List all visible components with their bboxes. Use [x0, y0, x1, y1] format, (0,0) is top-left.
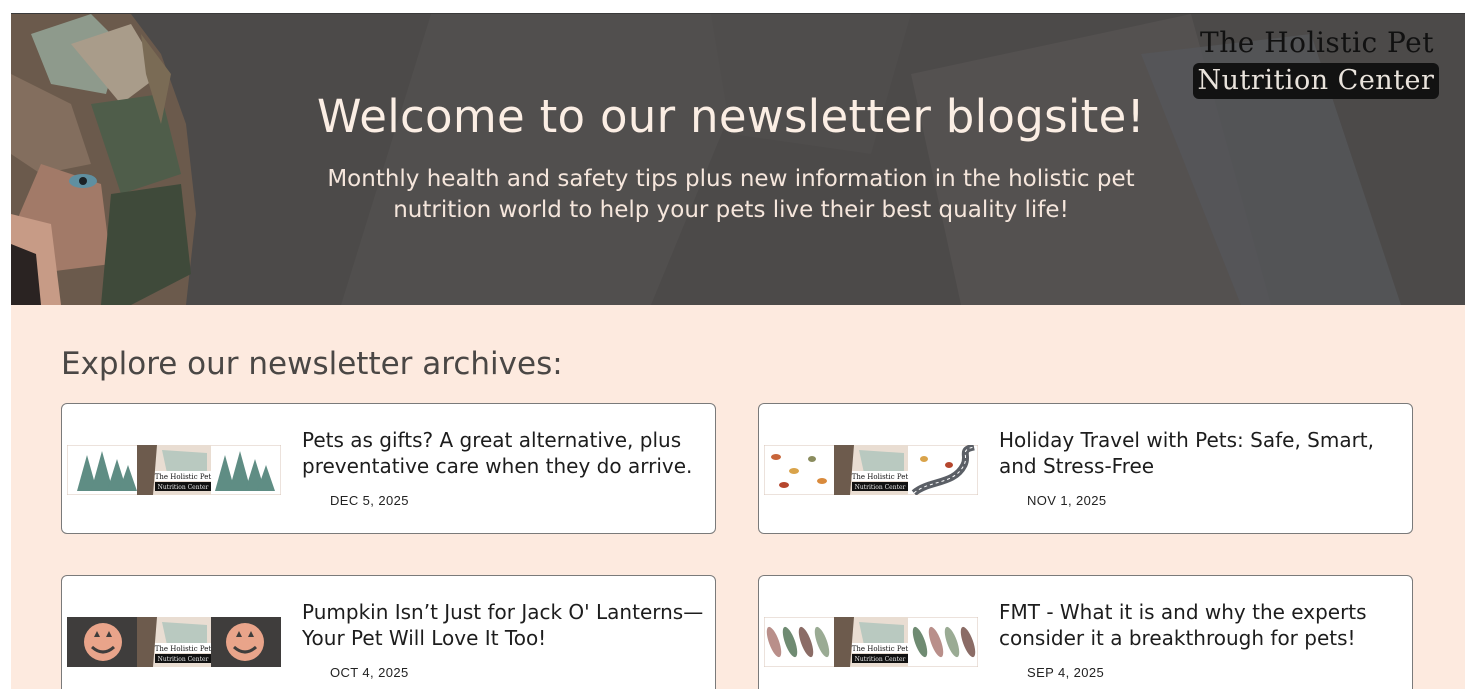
newsletter-card-date: DEC 5, 2025 — [330, 493, 409, 508]
brand-logo-line1: The Holistic Pet — [1200, 26, 1434, 59]
hero-subtitle: Monthly health and safety tips plus new … — [327, 166, 1135, 223]
brand-logo[interactable]: The Holistic Pet Nutrition Center — [1191, 26, 1443, 102]
hero-banner: Welcome to our newsletter blogsite! Mont… — [11, 14, 1465, 305]
newsletter-thumbnail: The Holistic Pet Nutrition Center — [67, 617, 281, 667]
newsletter-card[interactable]: The Holistic Pet Nutrition Center Holida… — [758, 403, 1413, 534]
wolf-illustration — [11, 14, 211, 305]
page-frame: Welcome to our newsletter blogsite! Mont… — [11, 13, 1465, 689]
newsletter-thumbnail: The Holistic Pet Nutrition Center — [764, 617, 978, 667]
newsletter-card-date: NOV 1, 2025 — [1027, 493, 1107, 508]
newsletter-thumbnail: The Holistic Pet Nutrition Center — [764, 445, 978, 495]
archive-heading: Explore our newsletter archives: — [61, 346, 563, 382]
newsletter-card-date: SEP 4, 2025 — [1027, 665, 1105, 680]
svg-text:Nutrition Center: Nutrition Center — [158, 656, 209, 663]
newsletter-card-date: OCT 4, 2025 — [330, 665, 409, 680]
newsletter-card-title[interactable]: FMT - What it is and why the experts con… — [999, 599, 1404, 651]
newsletter-card-title[interactable]: Pumpkin Isn’t Just for Jack O' Lanterns—… — [302, 599, 707, 651]
newsletter-card[interactable]: The Holistic Pet Nutrition Center Pets a… — [61, 403, 716, 534]
svg-text:Nutrition Center: Nutrition Center — [158, 484, 209, 491]
svg-text:The Holistic Pet: The Holistic Pet — [852, 645, 909, 653]
newsletter-card[interactable]: The Holistic Pet Nutrition Center Pumpki… — [61, 575, 716, 689]
newsletter-card-title[interactable]: Holiday Travel with Pets: Safe, Smart, a… — [999, 427, 1404, 479]
newsletter-thumbnail: The Holistic Pet Nutrition Center — [67, 445, 281, 495]
newsletter-card[interactable]: The Holistic Pet Nutrition Center FMT - … — [758, 575, 1413, 689]
svg-text:Nutrition Center: Nutrition Center — [855, 656, 906, 663]
svg-text:Nutrition Center: Nutrition Center — [855, 484, 906, 491]
svg-text:The Holistic Pet: The Holistic Pet — [155, 473, 212, 481]
newsletter-card-title[interactable]: Pets as gifts? A great alternative, plus… — [302, 427, 707, 479]
svg-text:The Holistic Pet: The Holistic Pet — [155, 645, 212, 653]
svg-text:The Holistic Pet: The Holistic Pet — [852, 473, 909, 481]
brand-logo-line2: Nutrition Center — [1193, 63, 1439, 99]
